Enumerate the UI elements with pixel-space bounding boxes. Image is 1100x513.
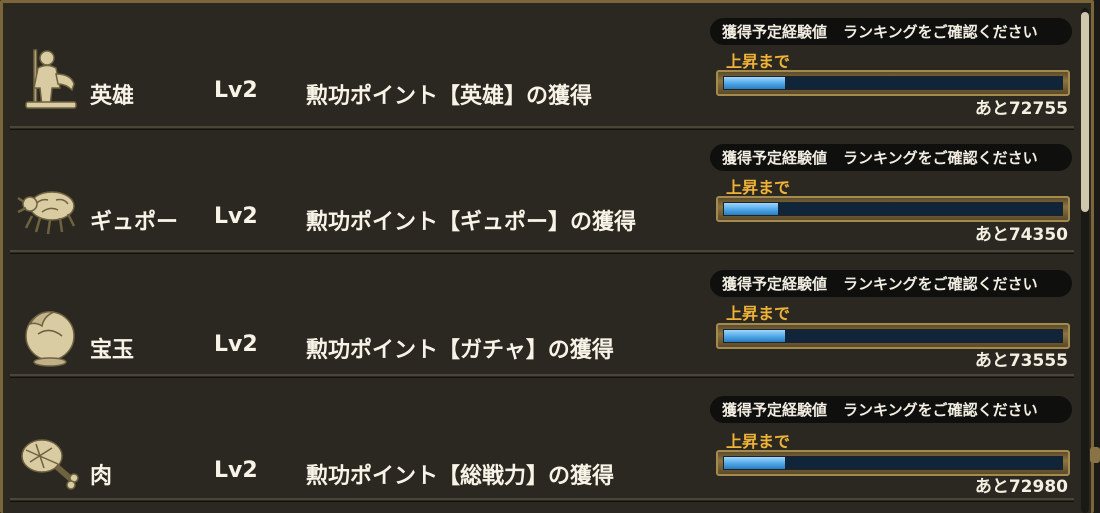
remaining-exp: あと73555 [974, 351, 1068, 371]
exp-progress-bar [716, 196, 1070, 222]
gyupo-bug-icon [17, 191, 76, 235]
hero-icon [25, 49, 77, 109]
exp-value: ランキングをご確認ください [843, 401, 1038, 419]
progress-fill [724, 457, 785, 469]
exp-progress-bar [716, 70, 1070, 96]
exp-value: ランキングをご確認ください [843, 275, 1038, 293]
bonus-list: 英雄 Lv2 勲功ポイント【英雄】の獲得 獲得予定経験値 ランキングをご確認くだ… [10, 0, 1074, 513]
bonus-name: 英雄 [90, 84, 135, 109]
scrollbar[interactable] [1081, 8, 1089, 513]
exp-label: 獲得予定経験値 [722, 275, 828, 293]
exp-value: ランキングをご確認ください [843, 149, 1038, 167]
bonus-level: Lv2 [214, 78, 258, 103]
list-item: 肉 Lv2 勲功ポイント【総戦力】の獲得 獲得予定経験値 ランキングをご確認くだ… [10, 374, 1074, 502]
rise-label: 上昇まで [726, 52, 791, 71]
progress-fill [724, 330, 785, 342]
gem-orb-icon [25, 311, 75, 367]
bonus-description: 勲功ポイント【ガチャ】の獲得 [306, 338, 614, 363]
rise-label: 上昇まで [726, 304, 791, 323]
progress-fill [724, 203, 779, 215]
meat-icon [21, 439, 79, 490]
list-item: ギュポー Lv2 勲功ポイント【ギュポー】の獲得 獲得予定経験値 ランキングをご… [10, 124, 1074, 254]
bonus-level: Lv2 [214, 332, 258, 357]
bonus-description: 勲功ポイント【総戦力】の獲得 [306, 464, 615, 489]
rise-label: 上昇まで [726, 432, 791, 451]
remaining-exp: あと74350 [974, 225, 1068, 245]
bonus-level: Lv2 [214, 458, 258, 483]
bonus-description: 勲功ポイント【英雄】の獲得 [306, 84, 593, 109]
exp-label: 獲得予定経験値 [722, 149, 828, 167]
scrollbar-thumb[interactable] [1081, 12, 1089, 212]
exp-value: ランキングをご確認ください [843, 23, 1038, 41]
bonus-name: 宝玉 [90, 338, 135, 363]
bonus-level: Lv2 [214, 204, 258, 229]
bonus-name: 肉 [90, 464, 113, 489]
remaining-exp: あと72980 [974, 477, 1068, 497]
exp-label: 獲得予定経験値 [722, 23, 828, 41]
exp-info-pill: 獲得予定経験値 ランキングをご確認ください [710, 270, 1072, 297]
exp-info-pill: 獲得予定経験値 ランキングをご確認ください [710, 396, 1072, 423]
rise-label: 上昇まで [726, 178, 791, 197]
bonus-name: ギュポー [90, 210, 179, 235]
exp-label: 獲得予定経験値 [722, 401, 828, 419]
bonus-description: 勲功ポイント【ギュポー】の獲得 [306, 210, 637, 235]
exp-info-pill: 獲得予定経験値 ランキングをご確認ください [710, 144, 1072, 171]
list-item: 宝玉 Lv2 勲功ポイント【ガチャ】の獲得 獲得予定経験値 ランキングをご確認く… [10, 248, 1074, 378]
list-item: 英雄 Lv2 勲功ポイント【英雄】の獲得 獲得予定経験値 ランキングをご確認くだ… [10, 0, 1074, 130]
frame-knob [1090, 447, 1100, 463]
remaining-exp: あと72755 [974, 99, 1068, 119]
exp-info-pill: 獲得予定経験値 ランキングをご確認ください [710, 18, 1072, 45]
progress-fill [724, 77, 785, 89]
